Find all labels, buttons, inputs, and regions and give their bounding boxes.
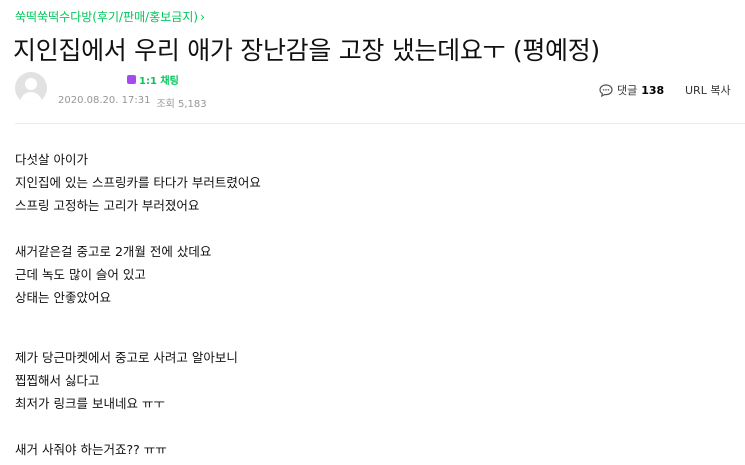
avatar[interactable] bbox=[15, 72, 47, 104]
body-line: 제가 당근마켓에서 중고로 사려고 알아보니 bbox=[15, 350, 238, 365]
post-page: 쑥떡쑥떡수다방(후기/판매/홍보금지) › 지인집에서 우리 애가 장난감을 고… bbox=[0, 0, 745, 465]
body-line: 상태는 안좋았어요 bbox=[15, 290, 111, 305]
post-views: 조회 5,183 bbox=[156, 99, 207, 110]
divider bbox=[15, 123, 745, 124]
post-meta: 2020.08.20. 17:31 조회 5,183 bbox=[58, 95, 207, 110]
chat-button[interactable]: 1:1 채팅 bbox=[127, 72, 179, 87]
body-line: 다섯살 아이가 bbox=[15, 152, 88, 167]
chat-icon bbox=[127, 75, 136, 84]
comment-count[interactable]: 138 bbox=[641, 84, 664, 97]
post-title: 지인집에서 우리 애가 장난감을 고장 냈는데요ㅜ (평예정) bbox=[13, 36, 600, 65]
body-line: 새거같은걸 중고로 2개월 전에 샀데요 bbox=[15, 244, 212, 259]
chat-label[interactable]: 1:1 채팅 bbox=[139, 72, 179, 87]
comment-icon bbox=[599, 83, 613, 97]
post-body: 다섯살 아이가 지인집에 있는 스프링카를 타다가 부러트렸어요 스프링 고정하… bbox=[15, 148, 261, 461]
board-link[interactable]: 쑥떡쑥떡수다방(후기/판매/홍보금지) › bbox=[15, 8, 205, 25]
chevron-right-icon: › bbox=[200, 9, 205, 24]
avatar-head-shape bbox=[25, 78, 37, 90]
body-line: 근데 녹도 많이 슬어 있고 bbox=[15, 267, 146, 282]
avatar-body-shape bbox=[20, 92, 42, 104]
post-date: 2020.08.20. 17:31 bbox=[58, 95, 151, 106]
body-line: 찝찝해서 싫다고 bbox=[15, 373, 100, 388]
comment-label[interactable]: 댓글 bbox=[617, 82, 637, 98]
board-name[interactable]: 쑥떡쑥떡수다방(후기/판매/홍보금지) bbox=[15, 8, 198, 25]
body-line: 최저가 링크를 보내네요 ㅠㅜ bbox=[15, 396, 165, 411]
url-copy-button[interactable]: URL 복사 bbox=[685, 82, 731, 98]
body-line: 지인집에 있는 스프링카를 타다가 부러트렸어요 bbox=[15, 175, 261, 190]
body-line: 스프링 고정하는 고리가 부러졌어요 bbox=[15, 198, 200, 213]
body-line: 새거 사줘야 하는거죠?? ㅠㅠ bbox=[15, 442, 167, 457]
comment-button[interactable]: 댓글 138 bbox=[599, 82, 664, 98]
